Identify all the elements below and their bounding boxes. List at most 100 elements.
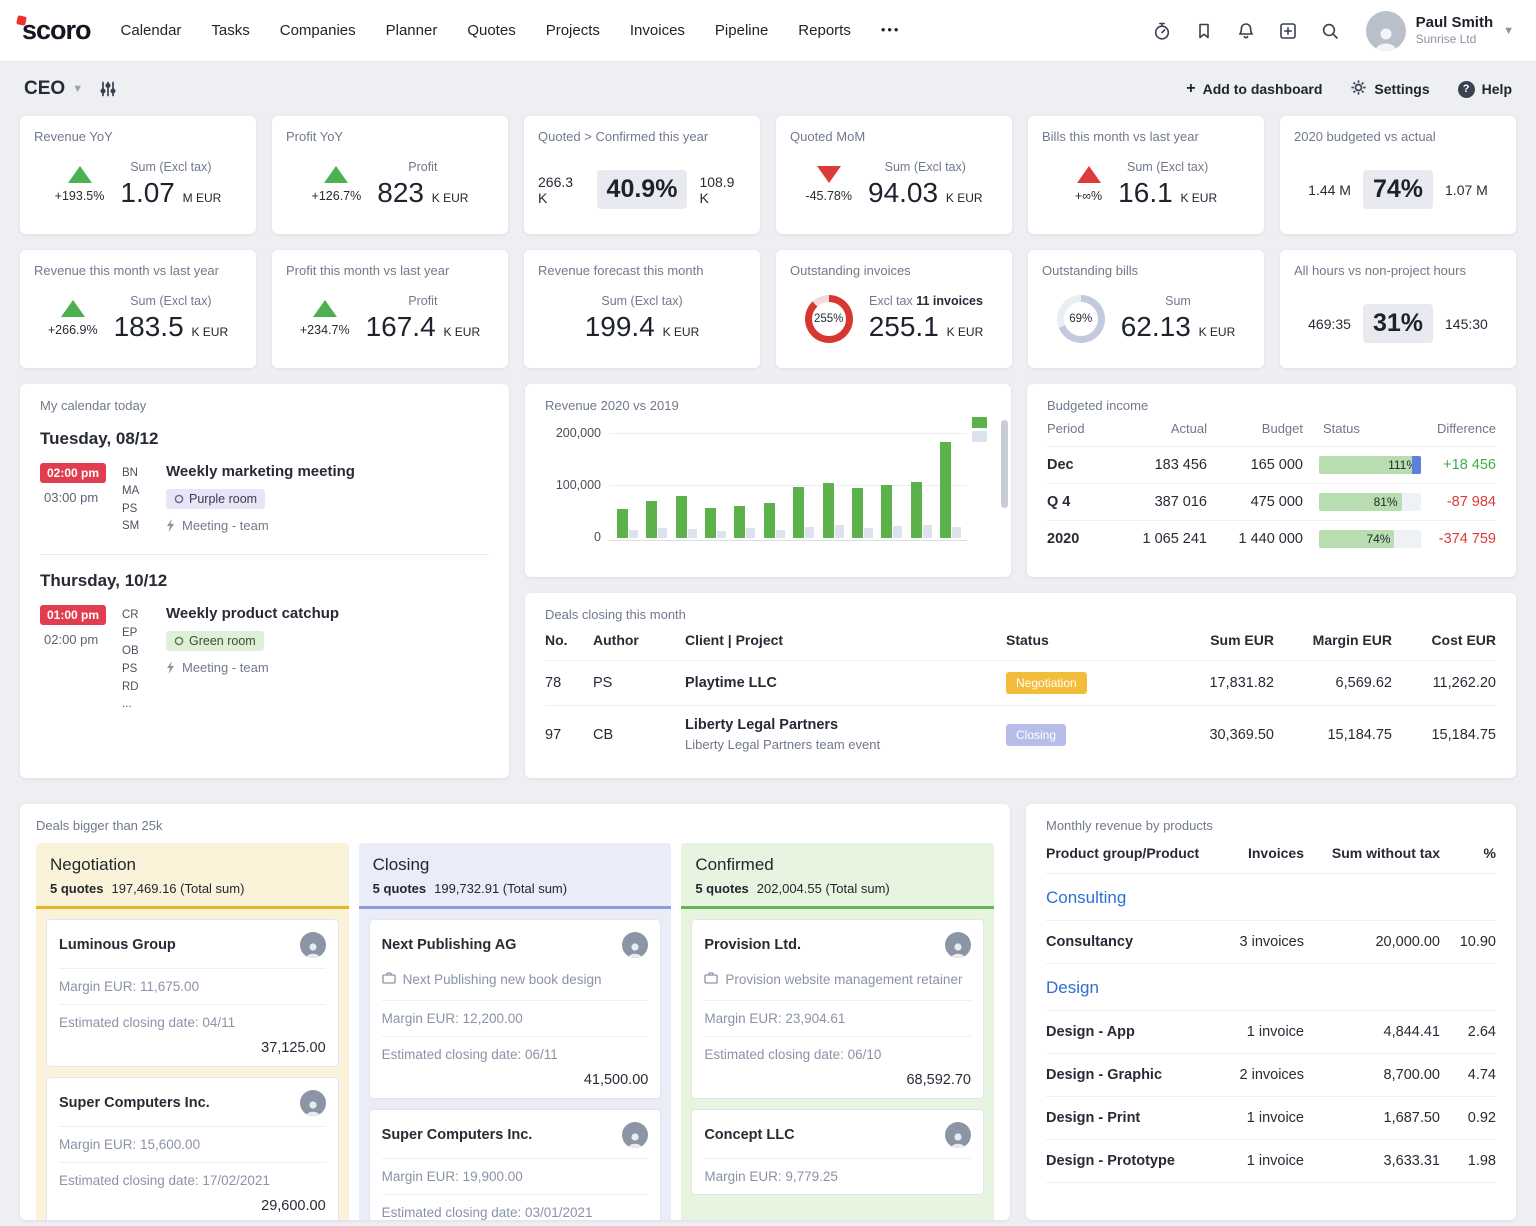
page-title: CEO: [24, 78, 65, 100]
deal-row[interactable]: 97 CB Liberty Legal Partners Liberty Leg…: [545, 705, 1496, 763]
metric-label: Sum (Excl tax): [868, 160, 983, 174]
deal-card[interactable]: Super Computers Inc. Margin EUR: 19,900.…: [369, 1109, 662, 1220]
bar-2019: [688, 529, 697, 538]
nav-item-pipeline[interactable]: Pipeline: [715, 22, 768, 39]
brand-name: scoro: [22, 15, 91, 45]
chevron-down-icon: ▼: [1503, 25, 1514, 37]
chevron-down-icon: ▼: [72, 83, 83, 95]
calendar-day-heading: Tuesday, 08/12: [40, 429, 489, 449]
filters-icon[interactable]: [99, 80, 117, 98]
panel-scrollbar[interactable]: [1001, 420, 1008, 508]
kpi-title: Outstanding invoices: [790, 263, 998, 278]
deal-card[interactable]: Provision Ltd. Provision website managem…: [691, 919, 984, 1099]
metric-label: Sum (Excl tax): [120, 160, 221, 174]
nav-item-companies[interactable]: Companies: [280, 22, 356, 39]
bar-2020: [823, 483, 834, 538]
card-margin: Margin EUR: 12,200.00: [382, 1000, 649, 1026]
nav-item-reports[interactable]: Reports: [798, 22, 851, 39]
calendar-event[interactable]: 02:00 pm 03:00 pm BN MA PS SM Weekly mar…: [40, 463, 489, 555]
kpi-quoted-confirmed[interactable]: Quoted > Confirmed this year 266.3 K 40.…: [524, 116, 760, 234]
help-button[interactable]: ? Help: [1458, 81, 1512, 98]
notifications-bell-icon[interactable]: [1236, 21, 1256, 41]
settings-button[interactable]: Settings: [1350, 79, 1429, 99]
bar-group: [676, 496, 697, 538]
deal-margin: 15,184.75: [1274, 727, 1392, 743]
kanban-column-header: Confirmed 5 quotes202,004.55 (Total sum): [681, 843, 994, 909]
card-project: Next Publishing new book design: [382, 970, 649, 990]
bolt-icon: [166, 661, 176, 674]
kanban-column-header: Closing 5 quotes199,732.91 (Total sum): [359, 843, 672, 909]
column-summary: 5 quotes199,732.91 (Total sum): [373, 881, 658, 896]
ratio-right-value: 1.07 M: [1445, 182, 1488, 198]
kpi-revenue-yoy[interactable]: Revenue YoY +193.5% Sum (Excl tax) 1.07 …: [20, 116, 256, 234]
bar-2020: [852, 488, 863, 538]
product-row[interactable]: Design - Prototype 1 invoice 3,633.31 1.…: [1046, 1140, 1496, 1183]
nav-item-projects[interactable]: Projects: [546, 22, 600, 39]
budgeted-income-header: Period Actual Budget Status Difference: [1047, 413, 1496, 446]
kpi-bills-month[interactable]: Bills this month vs last year +∞% Sum (E…: [1028, 116, 1264, 234]
owner-avatar: [945, 932, 971, 958]
nav-item-planner[interactable]: Planner: [386, 22, 438, 39]
card-sum: 29,600.00: [59, 1198, 326, 1214]
deal-card[interactable]: Luminous Group Margin EUR: 11,675.00 Est…: [46, 919, 339, 1067]
y-axis-tick: 100,000: [545, 478, 601, 492]
kpi-row-1: Revenue YoY +193.5% Sum (Excl tax) 1.07 …: [20, 116, 1516, 234]
deal-card[interactable]: Next Publishing AG Next Publishing new b…: [369, 919, 662, 1099]
timer-icon[interactable]: [1152, 21, 1172, 41]
nav-item-invoices[interactable]: Invoices: [630, 22, 685, 39]
bar-2020: [764, 503, 775, 538]
bookmark-icon[interactable]: [1194, 21, 1214, 41]
nav-item-tasks[interactable]: Tasks: [211, 22, 249, 39]
product-row[interactable]: Design - Print 1 invoice 1,687.50 0.92: [1046, 1097, 1496, 1140]
budgeted-income-row[interactable]: Dec 183 456 165 000 111% +18 456: [1047, 446, 1496, 483]
card-closing-date: Estimated closing date: 04/11: [59, 1004, 326, 1030]
user-menu[interactable]: Paul Smith Sunrise Ltd ▼: [1366, 11, 1514, 51]
overflow-marker: [1412, 456, 1421, 474]
revenue-chart-panel: Revenue 2020 vs 2019 200,000 100,000 0: [525, 384, 1011, 577]
bar-2019: [658, 528, 667, 538]
budgeted-income-row[interactable]: 2020 1 065 241 1 440 000 74% -374 759: [1047, 520, 1496, 557]
product-row[interactable]: Design - Graphic 2 invoices 8,700.00 4.7…: [1046, 1054, 1496, 1097]
kpi-outstanding-invoices[interactable]: Outstanding invoices 255% Excl tax 11 in…: [776, 250, 1012, 368]
product-group-design[interactable]: Design: [1046, 964, 1496, 1011]
deal-card[interactable]: Concept LLC Margin EUR: 9,779.25: [691, 1109, 984, 1195]
add-to-dashboard-button[interactable]: + Add to dashboard: [1186, 80, 1322, 98]
event-attendees: BN MA PS SM: [122, 463, 166, 536]
kpi-revenue-month[interactable]: Revenue this month vs last year +266.9% …: [20, 250, 256, 368]
panel-title: Monthly revenue by products: [1046, 818, 1496, 833]
delta-percent: +193.5%: [55, 189, 105, 203]
kpi-profit-month[interactable]: Profit this month vs last year +234.7% P…: [272, 250, 508, 368]
card-client: Concept LLC: [704, 1127, 794, 1143]
budgeted-income-row[interactable]: Q 4 387 016 475 000 81% -87 984: [1047, 483, 1496, 520]
kpi-outstanding-bills[interactable]: Outstanding bills 69% Sum 62.13 K EUR: [1028, 250, 1264, 368]
scoro-logo[interactable]: scoro: [22, 15, 91, 46]
deal-row[interactable]: 78 PS Playtime LLC Negotiation 17,831.82…: [545, 660, 1496, 705]
dashboard-page: CEO ▼ + Add to dashboard Settings ? Help: [0, 62, 1536, 1220]
add-new-icon[interactable]: [1278, 21, 1298, 41]
dashboard-selector[interactable]: CEO ▼: [24, 78, 83, 100]
deal-client[interactable]: Liberty Legal Partners: [685, 717, 838, 733]
event-end-time: 03:00 pm: [40, 490, 122, 505]
bar-2019: [776, 530, 785, 538]
column-title: Negotiation: [50, 855, 335, 875]
nav-more-menu[interactable]: •••: [881, 22, 901, 39]
kpi-hours-ratio[interactable]: All hours vs non-project hours 469:35 31…: [1280, 250, 1516, 368]
product-row[interactable]: Design - App 1 invoice 4,844.41 2.64: [1046, 1011, 1496, 1054]
search-icon[interactable]: [1320, 21, 1340, 41]
nav-item-quotes[interactable]: Quotes: [467, 22, 515, 39]
calendar-event[interactable]: 01:00 pm 02:00 pm CR EP OB PS RD ... Wee…: [40, 605, 489, 732]
deal-number: 78: [545, 675, 593, 691]
product-group-consulting[interactable]: Consulting: [1046, 874, 1496, 921]
kpi-title: Revenue YoY: [34, 129, 242, 144]
deal-card[interactable]: Super Computers Inc. Margin EUR: 15,600.…: [46, 1077, 339, 1220]
kpi-quoted-mom[interactable]: Quoted MoM -45.78% Sum (Excl tax) 94.03 …: [776, 116, 1012, 234]
card-client: Super Computers Inc.: [59, 1095, 210, 1111]
product-row[interactable]: Consultancy 3 invoices 20,000.00 10.90: [1046, 921, 1496, 964]
kpi-budgeted-vs-actual[interactable]: 2020 budgeted vs actual 1.44 M 74% 1.07 …: [1280, 116, 1516, 234]
deal-client[interactable]: Playtime LLC: [685, 675, 777, 691]
kpi-revenue-forecast[interactable]: Revenue forecast this month Sum (Excl ta…: [524, 250, 760, 368]
card-margin: Margin EUR: 23,904.61: [704, 1000, 971, 1026]
nav-item-calendar[interactable]: Calendar: [121, 22, 182, 39]
bar-2020: [881, 485, 892, 538]
kpi-profit-yoy[interactable]: Profit YoY +126.7% Profit 823 K EUR: [272, 116, 508, 234]
